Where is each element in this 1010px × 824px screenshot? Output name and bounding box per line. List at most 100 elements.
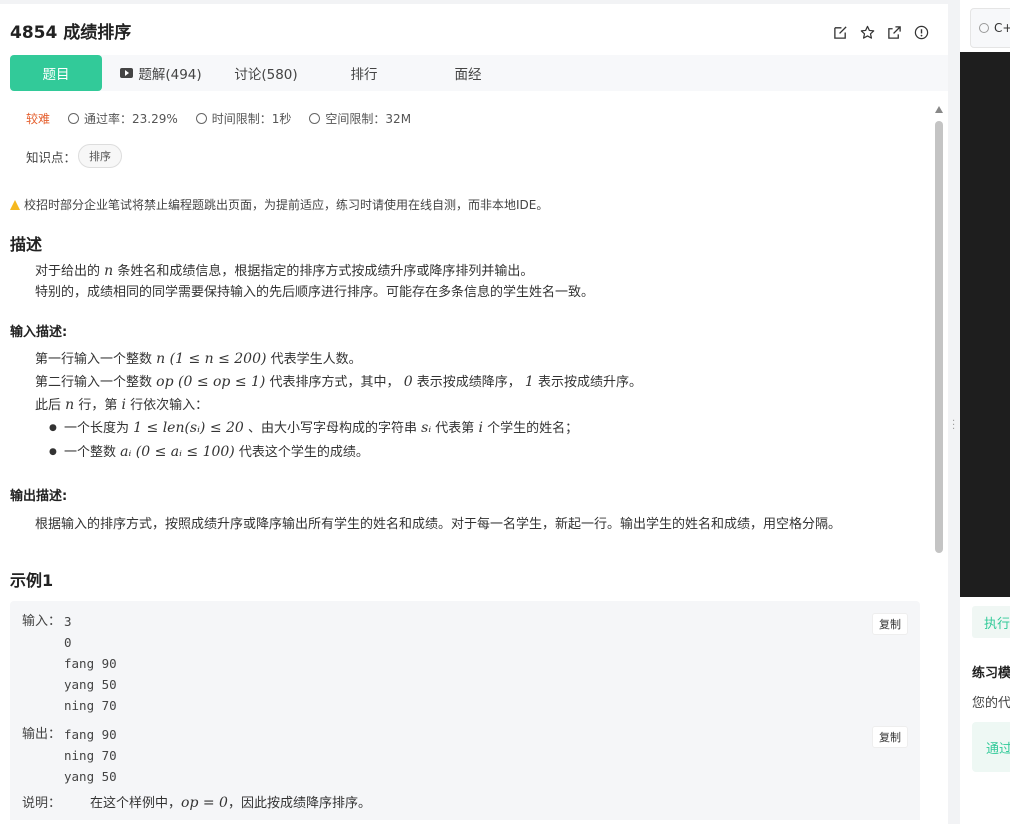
text: 一个长度为 (64, 421, 130, 436)
problem-content: 较难 通过率：23.29% 时间限制：1秒 空间限制：32M 知识点： 排序 校… (10, 98, 920, 820)
knowledge-points: 知识点： 排序 (10, 138, 920, 174)
math: n (1 ≤ n ≤ 200) (156, 351, 267, 367)
video-icon (120, 68, 134, 78)
language-value: C+ (994, 21, 1010, 35)
output-heading: 输出描述: (10, 489, 68, 504)
input-line-2: 第二行输入一个整数 op (0 ≤ op ≤ 1) 代表排序方式，其中， 0 表… (35, 371, 920, 394)
text: 表示按成绩降序， (416, 375, 521, 390)
example-note-label: 说明： (22, 796, 62, 811)
text: 代表这个学生的成绩。 (238, 445, 369, 460)
text: 对于给出的 (35, 264, 101, 279)
text: 行依次输入： (130, 398, 209, 413)
input-line-1: 第一行输入一个整数 n (1 ≤ n ≤ 200) 代表学生人数。 (35, 348, 920, 371)
math: op (0 ≤ op ≤ 1) (156, 374, 266, 390)
knowledge-label: 知识点： (26, 149, 77, 165)
practice-mode-label: 练习模 (972, 666, 1010, 681)
copy-output-button[interactable]: 复制 (872, 726, 908, 748)
report-icon[interactable] (913, 24, 930, 41)
page-title: 4854 成绩排序 (10, 22, 132, 43)
pass-status: 通过 (972, 722, 1010, 772)
input-bullet-2: 一个整数 aᵢ (0 ≤ aᵢ ≤ 100) 代表这个学生的成绩。 (35, 441, 920, 465)
knowledge-tag[interactable]: 排序 (78, 144, 123, 168)
example-note: 说明： 在这个样例中， op = 0 ，因此按成绩降序排序。 (22, 793, 908, 814)
math: sᵢ (421, 420, 432, 436)
time-limit: 时间限制：1秒 (195, 110, 292, 127)
drag-handle-icon[interactable]: · · · (952, 417, 955, 435)
text: 代表第 (435, 421, 475, 436)
code-status-text: 您的代 (972, 696, 1010, 711)
difficulty-badge: 较难 (26, 111, 51, 126)
output-body: 根据输入的排序方式，按照成绩升序或降序输出所有学生的姓名和成绩。对于每一名学生，… (35, 517, 842, 532)
share-icon[interactable] (886, 24, 903, 41)
language-select[interactable]: C+ (970, 8, 1010, 48)
example-input-label: 输入： (22, 614, 62, 629)
title-bar: 4854 成绩排序 (0, 4, 948, 56)
text: 行，第 (78, 398, 118, 413)
run-button[interactable]: 执行 (972, 606, 1010, 638)
math: 0 (403, 374, 413, 390)
input-heading: 输入描述: (10, 325, 68, 340)
scroll-thumb[interactable] (935, 121, 943, 553)
tab-solutions[interactable]: 题解(494) (102, 55, 220, 91)
warning-icon (10, 199, 20, 210)
input-line-3: 此后 n 行，第 i 行依次输入： (35, 394, 920, 417)
text: 一个整数 (64, 445, 117, 460)
math: n (104, 263, 114, 279)
editor-panel: C+ 执行 练习模 您的代 通过 (960, 0, 1010, 824)
copy-input-button[interactable]: 复制 (872, 613, 908, 635)
content-scrollbar[interactable] (934, 104, 944, 824)
math: 1 (524, 374, 534, 390)
tab-interview[interactable]: 面经 (416, 55, 520, 91)
text: 第二行输入一个整数 (35, 375, 153, 390)
math: aᵢ (0 ≤ aᵢ ≤ 100) (120, 444, 235, 460)
tab-solutions-label: 题解(494) (138, 67, 202, 83)
text: 条姓名和成绩信息，根据指定的排序方式按成绩升序或降序排列并输出。 (117, 264, 534, 279)
panel-divider[interactable] (948, 0, 960, 824)
text: 在这个样例中， (90, 796, 182, 811)
star-icon[interactable] (859, 24, 876, 41)
example-output-code: fang 90 ning 70 yang 50 (64, 727, 117, 784)
text: 此后 (35, 398, 62, 413)
check-circle-icon (68, 112, 80, 124)
description-body: 对于给出的 n 条姓名和成绩信息，根据指定的排序方式按成绩升序或降序排列并输出。… (10, 261, 920, 303)
tab-ranking[interactable]: 排行 (312, 55, 416, 91)
math: i (121, 397, 126, 413)
text: 代表排序方式，其中， (269, 375, 400, 390)
problem-tabs: 题目 题解(494) 讨论(580) 排行 面经 (10, 55, 948, 91)
clock-icon (195, 112, 207, 124)
math: op = 0 (181, 795, 228, 811)
example-output: 输出： fang 90 ning 70 yang 50 (22, 724, 908, 787)
time-limit-text: 时间限制：1秒 (211, 111, 292, 126)
math: n (65, 397, 75, 413)
description-heading: 描述 (10, 235, 43, 254)
space-limit-text: 空间限制：32M (325, 111, 412, 126)
info-icon (979, 23, 989, 33)
scroll-up-arrow-icon[interactable] (935, 106, 943, 113)
warning-text: 校招时部分企业笔试将禁止编程题跳出页面，为提前适应，练习时请使用在线自测，而非本… (24, 198, 549, 212)
text: 代表学生人数。 (270, 352, 362, 367)
example-heading: 示例1 (10, 571, 54, 590)
input-bullet-1: 一个长度为 1 ≤ len(sᵢ) ≤ 20 、由大小写字母构成的字符串 sᵢ … (35, 417, 920, 441)
input-body: 第一行输入一个整数 n (1 ≤ n ≤ 200) 代表学生人数。 第二行输入一… (10, 348, 920, 465)
example-input-code: 3 0 fang 90 yang 50 ning 70 (64, 614, 117, 713)
text: 、由大小写字母构成的字符串 (247, 421, 417, 436)
space-limit: 空间限制：32M (309, 110, 411, 127)
gear-icon (309, 112, 321, 124)
math: i (478, 420, 483, 436)
problem-meta: 较难 通过率：23.29% 时间限制：1秒 空间限制：32M (10, 98, 920, 138)
tab-discussion[interactable]: 讨论(580) (220, 55, 312, 91)
example-box: 复制 输入： 3 0 fang 90 yang 50 ning 70 复制 输出… (10, 601, 920, 820)
title-actions (832, 24, 930, 41)
text: 个学生的姓名； (487, 421, 579, 436)
text: 第一行输入一个整数 (35, 352, 153, 367)
warning-notice: 校招时部分企业笔试将禁止编程题跳出页面，为提前适应，练习时请使用在线自测，而非本… (10, 196, 920, 213)
example-input: 输入： 3 0 fang 90 yang 50 ning 70 (22, 611, 908, 716)
edit-icon[interactable] (832, 24, 849, 41)
description-line-1: 对于给出的 n 条姓名和成绩信息，根据指定的排序方式按成绩升序或降序排列并输出。 (35, 261, 920, 282)
tab-problem[interactable]: 题目 (10, 55, 102, 91)
pass-rate: 通过率：23.29% (68, 110, 178, 127)
problem-panel: 4854 成绩排序 题目 题解(494) 讨论(580) 排行 面经 较难 通过… (0, 4, 948, 824)
text: ，因此按成绩降序排序。 (227, 796, 371, 811)
description-line-2: 特别的，成绩相同的同学需要保持输入的先后顺序进行排序。可能存在多条信息的学生姓名… (35, 285, 595, 300)
code-editor[interactable] (960, 52, 1010, 597)
